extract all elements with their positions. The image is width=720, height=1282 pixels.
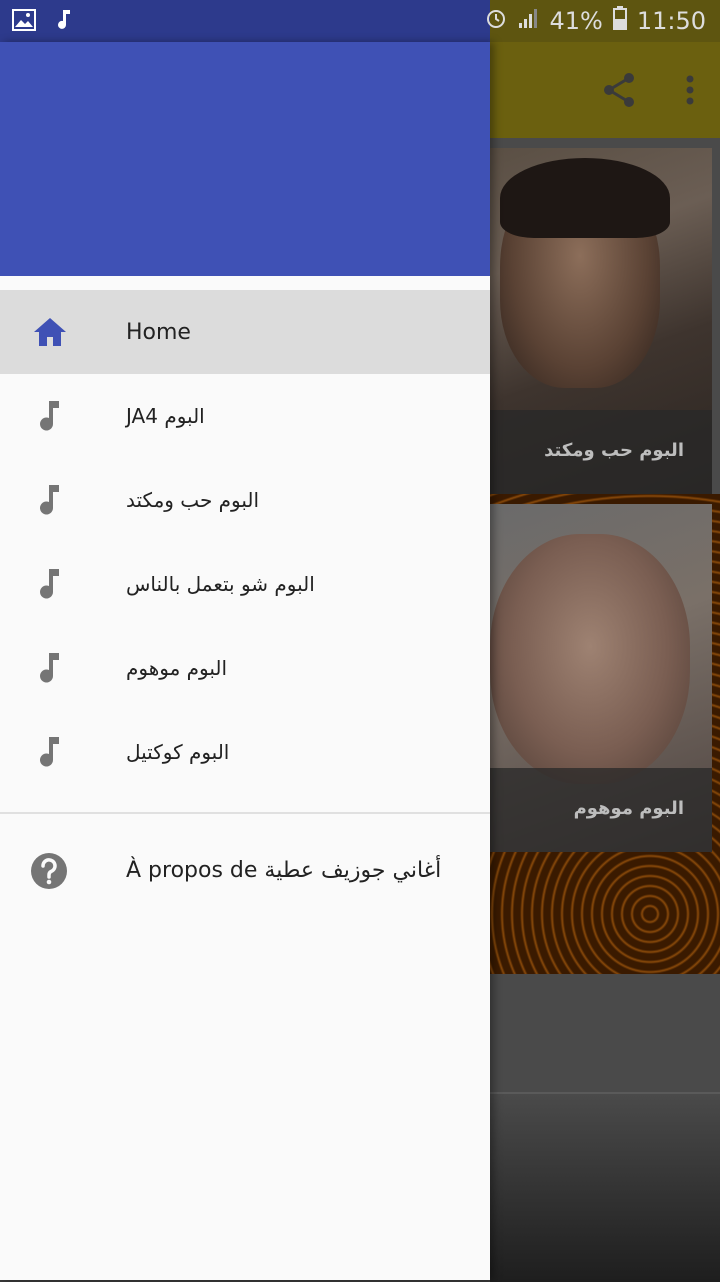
status-bar-left bbox=[12, 8, 72, 36]
drawer-item-label: البوم كوكتيل bbox=[126, 740, 230, 764]
help-icon bbox=[30, 852, 68, 890]
drawer-item-album-cocktail[interactable]: البوم كوكتيل bbox=[0, 710, 490, 794]
more-vert-icon[interactable] bbox=[686, 75, 694, 109]
clock: 11:50 bbox=[636, 7, 706, 35]
album-card-caption: البوم حب ومكتد bbox=[490, 410, 712, 494]
drawer-header bbox=[0, 42, 490, 276]
alarm-icon bbox=[485, 7, 507, 35]
status-bar: 41% 11:50 bbox=[0, 0, 720, 42]
battery-icon bbox=[612, 6, 627, 36]
share-icon[interactable] bbox=[602, 72, 636, 112]
drawer-item-label: À propos de أغاني جوزيف عطية bbox=[126, 858, 442, 883]
status-bar-right: 41% 11:50 bbox=[485, 6, 706, 36]
drawer-menu: Home JA4 البوم البوم حب ومكتد البوم شو ب… bbox=[0, 290, 490, 930]
album-card-caption: البوم موهوم bbox=[490, 768, 712, 852]
home-icon bbox=[30, 312, 70, 352]
drawer-item-label: JA4 البوم bbox=[126, 404, 205, 428]
drawer-item-about[interactable]: À propos de أغاني جوزيف عطية bbox=[0, 814, 490, 930]
music-note-icon bbox=[30, 396, 70, 436]
album-card-title: البوم حب ومكتد bbox=[544, 440, 684, 461]
music-note-icon bbox=[30, 648, 70, 688]
drawer-item-label: البوم موهوم bbox=[126, 656, 228, 680]
drawer-item-album-hob[interactable]: البوم حب ومكتد bbox=[0, 458, 490, 542]
signal-icon bbox=[517, 7, 539, 35]
album-photo-hair bbox=[500, 158, 670, 238]
bottom-panel bbox=[490, 1092, 720, 1282]
album-card[interactable]: البوم حب ومكتد bbox=[490, 148, 712, 494]
drawer-item-album-ja4[interactable]: JA4 البوم bbox=[0, 374, 490, 458]
album-card[interactable]: البوم موهوم bbox=[490, 504, 712, 852]
toolbar-actions bbox=[602, 72, 694, 112]
music-note-icon bbox=[30, 732, 70, 772]
app-background: البوم حب ومكتد البوم موهوم bbox=[490, 42, 720, 1282]
drawer-item-album-shou[interactable]: البوم شو بتعمل بالناس bbox=[0, 542, 490, 626]
app-toolbar bbox=[490, 42, 720, 138]
drawer-item-album-mawhoum[interactable]: البوم موهوم bbox=[0, 626, 490, 710]
music-note-icon bbox=[30, 564, 70, 604]
navigation-drawer: Home JA4 البوم البوم حب ومكتد البوم شو ب… bbox=[0, 42, 490, 1280]
album-card-title: البوم موهوم bbox=[573, 798, 684, 819]
drawer-item-label: البوم حب ومكتد bbox=[126, 488, 260, 512]
battery-percent: 41% bbox=[549, 7, 603, 35]
music-note-icon bbox=[30, 480, 70, 520]
image-icon bbox=[12, 9, 36, 35]
album-photo bbox=[490, 534, 690, 784]
drawer-item-label: Home bbox=[126, 319, 191, 345]
drawer-item-label: البوم شو بتعمل بالناس bbox=[126, 572, 315, 596]
drawer-item-home[interactable]: Home bbox=[0, 290, 490, 374]
music-note-icon bbox=[54, 8, 72, 36]
